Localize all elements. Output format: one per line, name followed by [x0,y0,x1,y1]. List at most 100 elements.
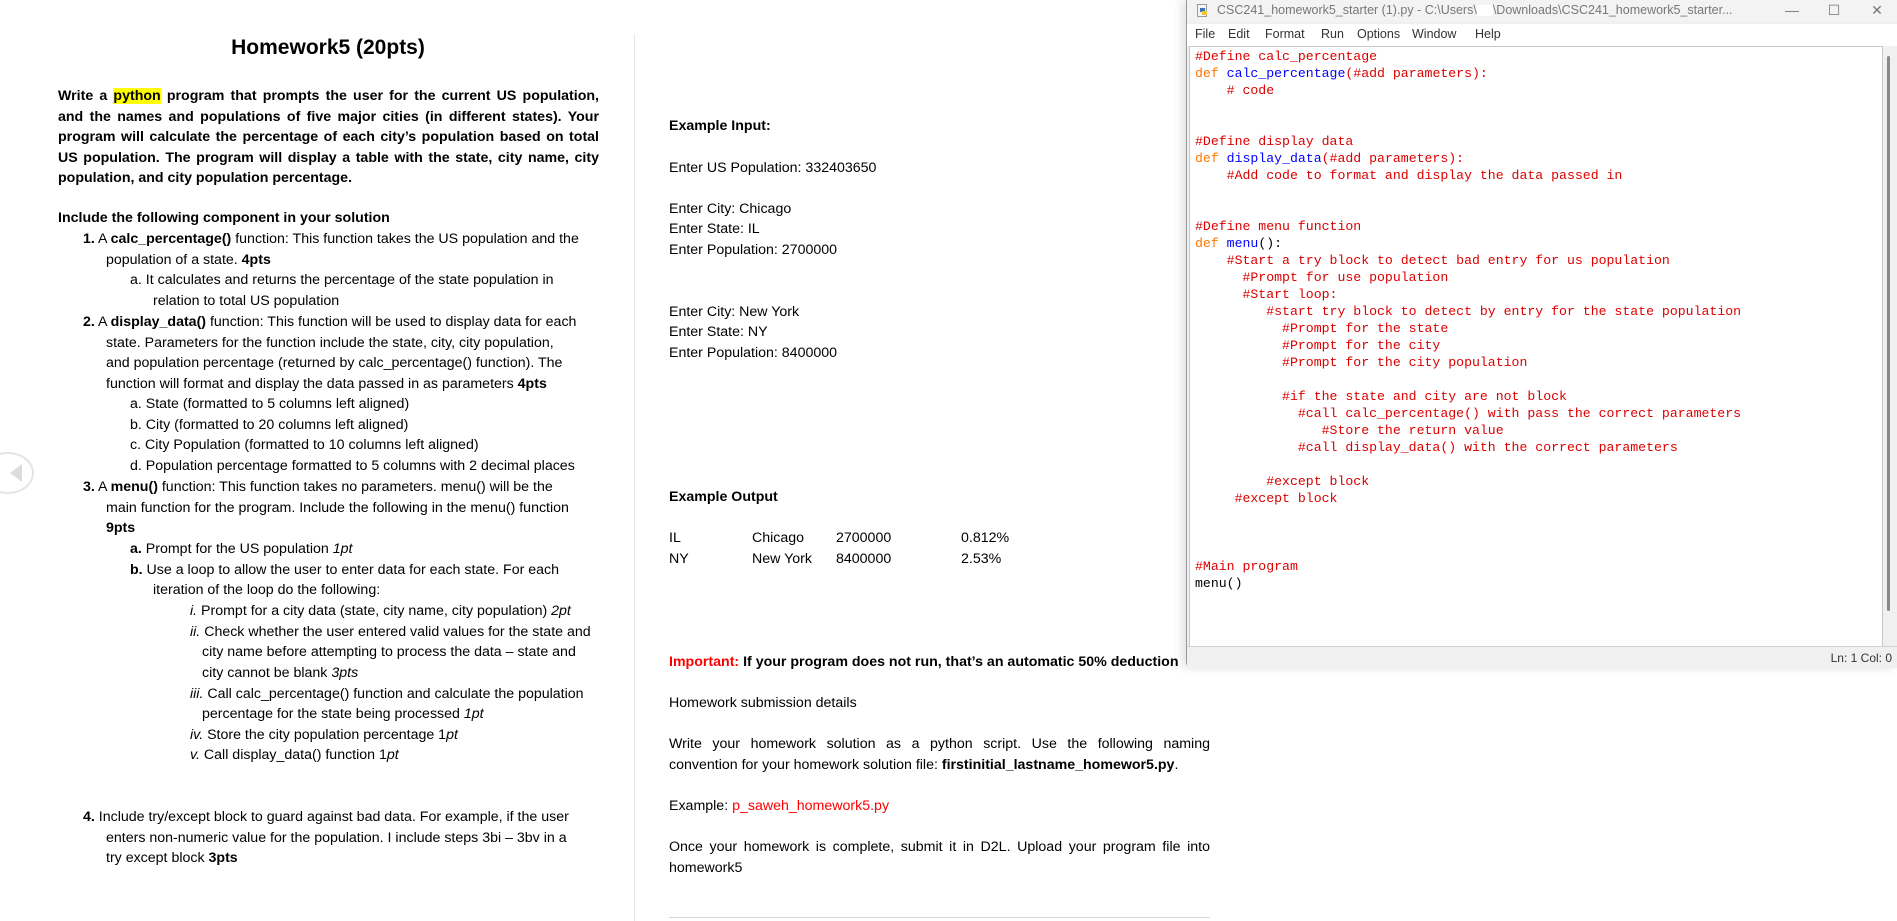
code-line: #except block [1195,474,1370,489]
output-percent: 0.812% [961,530,1010,546]
code-text[interactable]: #Define calc_percentage def calc_percent… [1195,48,1741,592]
code-editor[interactable]: #Define calc_percentage def calc_percent… [1189,46,1883,647]
item4-line3: try except block 3pts [106,850,238,866]
code-line: #start try block to detect by entry for … [1195,304,1742,319]
example-us-population: Enter US Population: 332403650 [669,160,877,176]
submission-heading: Homework submission details [669,695,857,711]
menu-help[interactable]: Help [1475,27,1501,41]
item2-sub-b: b. City (formatted to 20 columns left al… [130,417,409,433]
redacted-username [1476,5,1493,17]
code-line: #Add code to format and display the data… [1195,168,1623,183]
menu-options[interactable]: Options [1357,27,1400,41]
important-note: Important: If your program does not run,… [669,654,1179,670]
item3-sub-b-cont: iteration of the loop do the following: [153,582,381,598]
output-state: NY [669,551,689,567]
intro-paragraph: Write a python program that prompts the … [58,88,599,187]
close-button[interactable]: ✕ [1857,0,1897,22]
item1-sub-a-cont: relation to total US population [153,293,340,309]
step-v: v. Call display_data() function 1pt [190,747,399,763]
python-file-icon [1197,4,1207,17]
item2-sub-a: a. State (formatted to 5 columns left al… [130,396,410,412]
example-city-2: Enter City: New York [669,304,800,320]
code-line: #Start a try block to detect bad entry f… [1195,253,1670,268]
item3-sub-b: b. Use a loop to allow the user to enter… [130,562,560,578]
code-line: #Start loop: [1195,287,1338,302]
item1-line1: 1. A calc_percentage() function: This fu… [83,231,579,247]
menu-file[interactable]: File [1195,27,1215,41]
menu-edit[interactable]: Edit [1228,27,1250,41]
example-output-heading: Example Output [669,489,778,505]
submission-text-1: Write your homework solution as a python… [669,736,1210,752]
maximize-button[interactable]: ☐ [1814,0,1854,22]
item2-line1: 2. A display_data() function: This funct… [83,314,577,330]
code-line: def calc_percentage(#add parameters): [1195,66,1488,81]
item4-line2: enters non-numeric value for the populat… [106,830,567,846]
item2-line2: state. Parameters for the function inclu… [106,335,554,351]
cursor-position: Ln: 1 Col: 0 [1830,651,1892,665]
menu-run[interactable]: Run [1321,27,1344,41]
menu-format[interactable]: Format [1265,27,1305,41]
code-line: #Prompt for use population [1195,270,1449,285]
step-ii: ii. Check whether the user entered valid… [190,624,591,640]
item1-line2: population of a state. 4pts [106,252,271,268]
page-divider [634,34,635,921]
output-percent: 2.53% [961,551,1002,567]
window-title: CSC241_homework5_starter (1).py - C:\Use… [1217,3,1733,17]
item3-sub-a: a. Prompt for the US population 1pt [130,541,353,557]
page-bottom-rule [669,917,1210,918]
item4-line1: 4. Include try/except block to guard aga… [83,809,569,825]
item2-line3: and population percentage (returned by c… [106,355,563,371]
code-line: #Prompt for the city population [1195,355,1528,370]
example-population-2: Enter Population: 8400000 [669,345,838,361]
item3-line2: main function for the program. Include t… [106,500,569,516]
requirements-heading: Include the following component in your … [58,210,390,226]
item2-line4: function will format and display the dat… [106,376,547,392]
example-state-2: Enter State: NY [669,324,768,340]
step-iii: iii. Call calc_percentage() function and… [190,686,584,702]
page-title: Homework5 (20pts) [231,36,425,59]
example-state-1: Enter State: IL [669,221,760,237]
code-line: #except block [1195,491,1338,506]
item2-sub-c: c. City Population (formatted to 10 colu… [130,437,479,453]
code-line: #Define display data [1195,134,1354,149]
item3-pts: 9pts [106,520,136,536]
menu-bar: File Edit Format Run Options Window Help [1187,24,1897,46]
step-ii-cont2: city cannot be blank 3pts [202,665,359,681]
item3-line1: 3. A menu() function: This function take… [83,479,553,495]
code-line: #Define menu function [1195,219,1362,234]
window-titlebar[interactable]: CSC241_homework5_starter (1).py - C:\Use… [1187,0,1897,22]
vertical-scrollbar[interactable] [1887,56,1890,611]
code-line: menu() [1195,576,1243,591]
example-input-heading: Example Input: [669,118,771,134]
code-line: #Define calc_percentage [1195,49,1378,64]
step-iii-cont: percentage for the state being processed… [202,706,484,722]
output-city: Chicago [752,530,805,546]
code-line: def menu(): [1195,236,1283,251]
item2-sub-d: d. Population percentage formatted to 5 … [130,458,575,474]
code-line: def display_data(#add parameters): [1195,151,1465,166]
step-i: i. Prompt for a city data (state, city n… [190,603,571,619]
final-text-2: homework5 [669,860,743,876]
output-population: 2700000 [836,530,892,546]
idle-editor-window: CSC241_homework5_starter (1).py - C:\Use… [1186,0,1897,668]
code-line: #call calc_percentage() with pass the co… [1195,406,1742,421]
code-line: #Store the return value [1195,423,1504,438]
example-filename-line: Example: p_saweh_homework5.py [669,798,890,814]
minimize-button[interactable]: — [1772,0,1812,22]
code-line: #if the state and city are not block [1195,389,1567,404]
final-text-1: Once your homework is complete, submit i… [669,839,1210,855]
example-city-1: Enter City: Chicago [669,201,792,217]
code-line: #call display_data() with the correct pa… [1195,440,1678,455]
code-line: #Prompt for the state [1195,321,1449,336]
highlighted-word: python [113,88,161,104]
item1-sub-a: a. It calculates and returns the percent… [130,272,554,288]
step-ii-cont1: city name before attempting to process t… [202,644,576,660]
chevron-left-icon [10,464,22,482]
code-line: #Main program [1195,559,1298,574]
code-line: # code [1195,83,1275,98]
previous-page-button[interactable] [0,452,34,494]
status-bar: Ln: 1 Col: 0 [1187,646,1897,668]
step-iv: iv. Store the city population percentage… [190,727,458,743]
example-population-1: Enter Population: 2700000 [669,242,838,258]
menu-window[interactable]: Window [1412,27,1456,41]
